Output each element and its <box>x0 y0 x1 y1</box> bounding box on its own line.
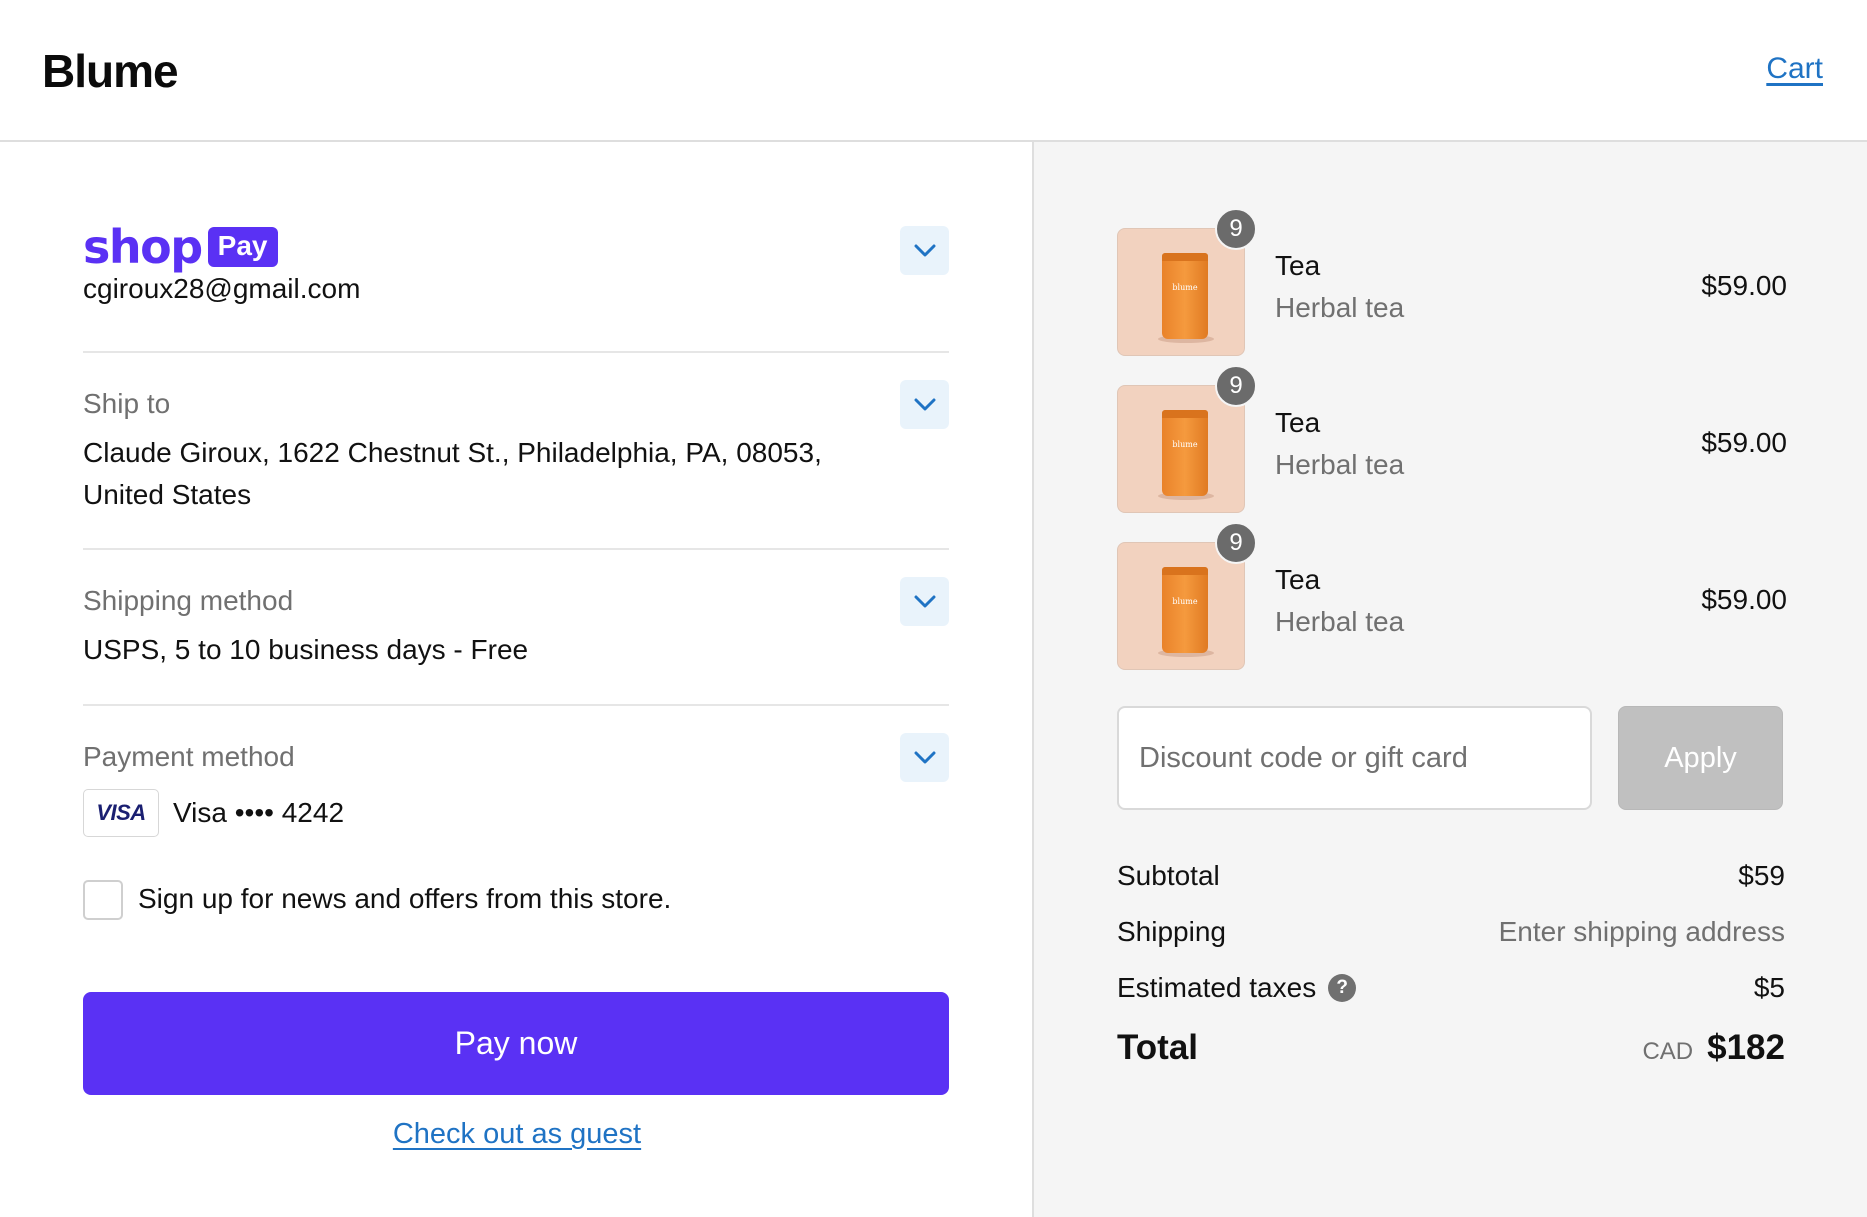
total-label: Total <box>1117 1028 1199 1067</box>
shop-pay-toggle-button[interactable] <box>900 226 949 275</box>
checkout-panel: shop Pay cgiroux28@gmail.com Ship to Cla… <box>0 142 1034 1217</box>
item-variant: Herbal tea <box>1275 449 1405 480</box>
shipping-value: Enter shipping address <box>1498 916 1785 947</box>
pouch-label: blume <box>1172 597 1198 606</box>
subtotal-label: Subtotal <box>1117 860 1220 891</box>
shop-pay-email: cgiroux28@gmail.com <box>83 273 361 304</box>
newsletter-row: Sign up for news and offers from this st… <box>83 870 949 930</box>
subtotal-value: $59 <box>1738 860 1785 891</box>
cart-item: blume 9 Tea Herbal tea $59.00 <box>1117 208 1787 356</box>
ship-to-label: Ship to <box>83 388 171 419</box>
ship-to-address-line1: Claude Giroux, 1622 Chestnut St., Philad… <box>83 437 822 468</box>
item-variant: Herbal tea <box>1275 606 1405 637</box>
quantity-badge: 9 <box>1215 522 1257 564</box>
newsletter-checkbox[interactable] <box>83 880 123 920</box>
pouch-label: blume <box>1172 283 1198 292</box>
ship-to-toggle-button[interactable] <box>900 380 949 429</box>
visa-card-icon: VISA <box>83 789 159 837</box>
pay-now-button[interactable]: Pay now <box>83 992 949 1095</box>
shop-pay-logo-badge: Pay <box>207 227 278 267</box>
order-summary-panel: blume 9 Tea Herbal tea $59.00 blume 9 Te… <box>1034 142 1867 1217</box>
chevron-down-icon <box>914 595 935 607</box>
ship-to-section: Ship to Claude Giroux, 1622 Chestnut St.… <box>83 352 949 542</box>
shipping-method-value: USPS, 5 to 10 business days - Free <box>83 634 529 665</box>
discount-code-input[interactable] <box>1117 706 1592 810</box>
cart-item: blume 9 Tea Herbal tea $59.00 <box>1117 365 1787 513</box>
pouch-label: blume <box>1172 440 1198 449</box>
quantity-badge: 9 <box>1215 208 1257 250</box>
shipping-method-toggle-button[interactable] <box>900 577 949 626</box>
check-out-as-guest-link[interactable]: Check out as guest <box>0 1118 1034 1151</box>
payment-method-label: Payment method <box>83 741 295 772</box>
shop-pay-logo: shop Pay <box>83 224 278 270</box>
total-amount: $182 <box>1707 1028 1785 1067</box>
chevron-down-icon <box>914 398 935 410</box>
newsletter-label[interactable]: Sign up for news and offers from this st… <box>138 878 671 920</box>
item-name: Tea <box>1275 250 1321 281</box>
item-price: $59.00 <box>1701 584 1787 615</box>
payment-method-section: Payment method VISA Visa •••• 4242 <box>83 705 949 855</box>
taxes-label: Estimated taxes <box>1117 972 1317 1003</box>
shipping-method-section: Shipping method USPS, 5 to 10 business d… <box>83 549 949 699</box>
shipping-method-label: Shipping method <box>83 585 294 616</box>
shipping-label: Shipping <box>1117 916 1226 947</box>
item-price: $59.00 <box>1701 427 1787 458</box>
question-circle-icon[interactable]: ? <box>1328 973 1357 1002</box>
chevron-down-icon <box>914 244 935 256</box>
chevron-down-icon <box>914 751 935 763</box>
payment-card-text: Visa •••• 4242 <box>173 797 345 828</box>
item-name: Tea <box>1275 564 1321 595</box>
subtotal-row: Subtotal $59 <box>1117 860 1785 900</box>
item-price: $59.00 <box>1701 270 1787 301</box>
cart-item: blume 9 Tea Herbal tea $59.00 <box>1117 522 1787 670</box>
shop-pay-section: shop Pay cgiroux28@gmail.com <box>83 142 949 304</box>
cart-link[interactable]: Cart <box>1766 52 1823 86</box>
shipping-row: Shipping Enter shipping address <box>1117 916 1785 956</box>
taxes-value: $5 <box>1753 972 1785 1003</box>
apply-discount-button[interactable]: Apply <box>1618 706 1783 810</box>
ship-to-address-line2: United States <box>83 479 252 510</box>
total-currency: CAD <box>1642 1038 1694 1065</box>
total-row: Total CAD $182 <box>1117 1028 1785 1078</box>
item-variant: Herbal tea <box>1275 292 1405 323</box>
item-name: Tea <box>1275 407 1321 438</box>
payment-method-toggle-button[interactable] <box>900 733 949 782</box>
header: Blume Cart <box>0 0 1867 142</box>
shop-pay-logo-word: shop <box>83 220 203 274</box>
brand-logo[interactable]: Blume <box>42 44 179 98</box>
taxes-row: Estimated taxes? $5 <box>1117 972 1785 1012</box>
quantity-badge: 9 <box>1215 365 1257 407</box>
